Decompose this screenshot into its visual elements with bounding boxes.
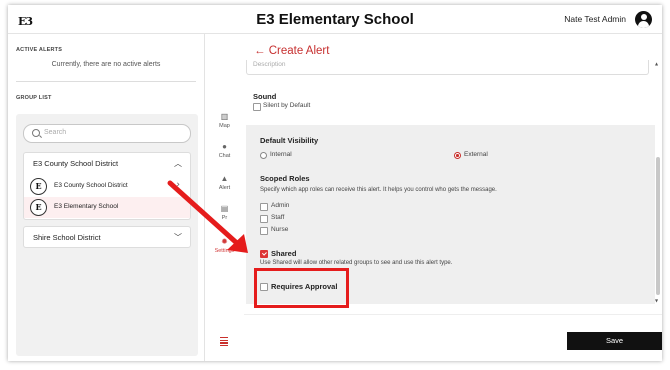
arrow-shaft bbox=[167, 180, 242, 248]
app-window: E3 E3 Elementary School Nate Test Admin … bbox=[8, 5, 662, 361]
highlight-box bbox=[254, 268, 349, 308]
